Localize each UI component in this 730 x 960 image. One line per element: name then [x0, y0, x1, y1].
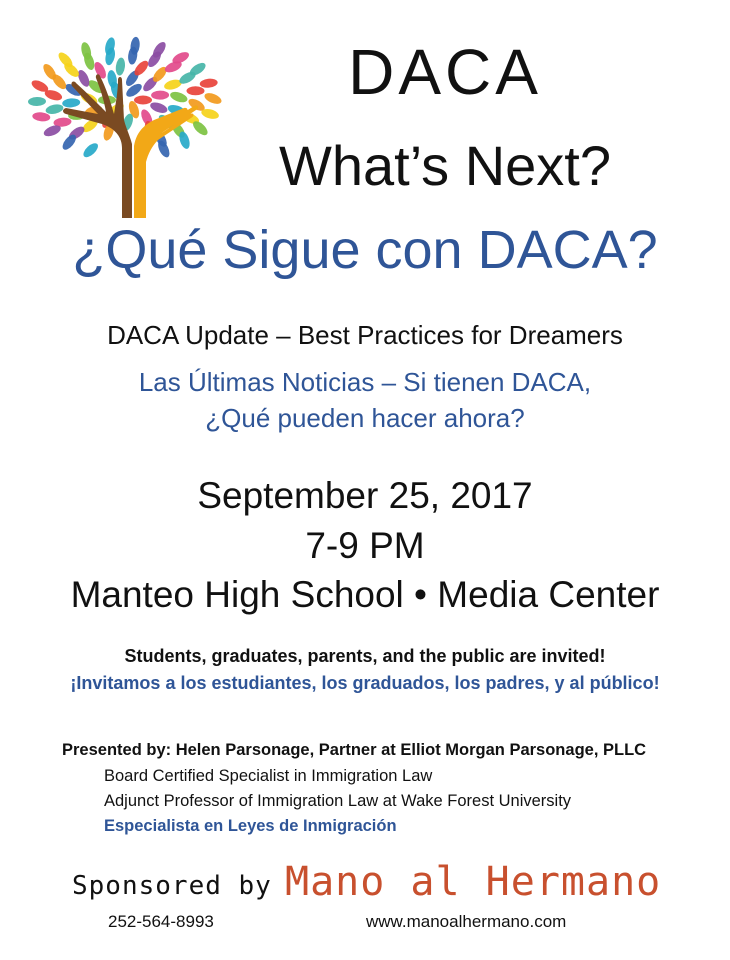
leaf-icon	[83, 143, 98, 158]
leaf-icon	[199, 78, 218, 88]
sponsor-name: Mano al Hermano	[285, 859, 662, 905]
leaf-icon	[186, 86, 205, 96]
event-date: September 25, 2017	[197, 475, 533, 516]
tree-hands-svg	[28, 36, 222, 218]
subtitle-english: DACA Update – Best Practices for Dreamer…	[107, 320, 623, 350]
invitation-english: Students, graduates, parents, and the pu…	[124, 646, 606, 666]
leaf-icon	[45, 104, 64, 114]
event-location: Manteo High School • Media Center	[70, 574, 660, 615]
leaf-icon	[204, 93, 222, 104]
tree-hands-icon	[18, 28, 233, 228]
sponsor-website: www.manoalhermano.com	[366, 912, 567, 931]
title-spanish: ¿Qué Sigue con DACA?	[72, 220, 658, 280]
leaf-icon	[150, 102, 168, 113]
invitation-spanish: ¡Invitamos a los estudiantes, los gradua…	[70, 673, 660, 693]
event-time: 7-9 PM	[305, 525, 425, 566]
presenter-credential-spanish: Especialista en Leyes de Inmigración	[104, 817, 397, 835]
leaf-icon	[151, 90, 170, 100]
right-trunk-hand	[134, 105, 199, 218]
title-whats-next: What’s Next?	[279, 134, 611, 197]
title-daca: DACA	[348, 36, 542, 108]
sponsored-by-label: Sponsored by	[72, 871, 272, 901]
leaf-icon	[115, 57, 126, 76]
subtitle-spanish-line-2: ¿Qué pueden hacer ahora?	[205, 403, 525, 433]
sponsor-phone: 252-564-8993	[108, 912, 214, 931]
leaf-icon	[134, 95, 152, 105]
subtitle-spanish-line-1: Las Últimas Noticias – Si tienen DACA,	[138, 367, 592, 397]
presenter-line: Presented by: Helen Parsonage, Partner a…	[62, 741, 647, 759]
presenter-credential-2: Adjunct Professor of Immigration Law at …	[104, 792, 572, 810]
leaf-icon	[28, 96, 46, 107]
leaf-icon	[62, 98, 81, 108]
leaf-icon	[170, 91, 188, 103]
presenter-credential-1: Board Certified Specialist in Immigratio…	[104, 767, 433, 785]
